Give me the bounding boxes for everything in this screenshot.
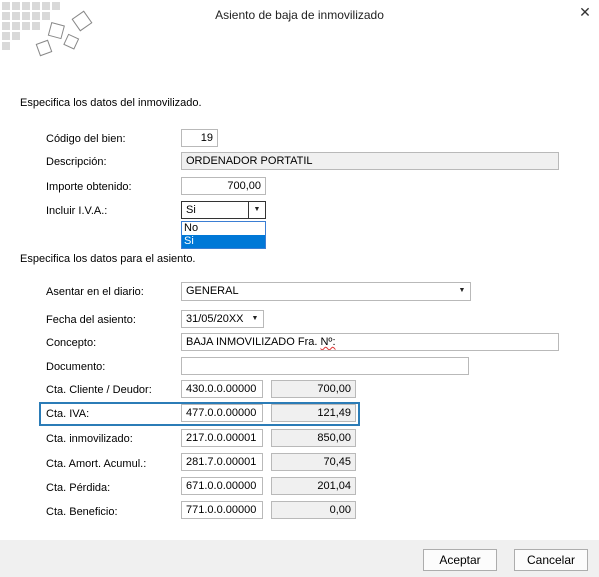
codigo-field[interactable]: 19 — [181, 129, 218, 147]
diario-label: Asentar en el diario: — [46, 286, 144, 298]
cta-beneficio-importe: 0,00 — [271, 501, 356, 519]
chevron-down-icon[interactable]: ▼ — [247, 311, 263, 327]
cta-amort-importe: 70,45 — [271, 453, 356, 471]
documento-label: Documento: — [46, 361, 106, 373]
fecha-picker[interactable]: 31/05/20XX ▼ — [181, 310, 264, 328]
documento-field[interactable] — [181, 357, 469, 375]
incluir-iva-value: Si — [186, 204, 196, 216]
concepto-label: Concepto: — [46, 337, 97, 349]
cta-perdida-importe: 201,04 — [271, 477, 356, 495]
importe-obtenido-field[interactable]: 700,00 — [181, 177, 266, 195]
cta-iva-field[interactable]: 477.0.0.00000 — [181, 404, 263, 422]
incluir-iva-dropdown: No Si — [181, 221, 266, 249]
aceptar-button[interactable]: Aceptar — [423, 549, 497, 571]
incluir-iva-label: Incluir I.V.A.: — [46, 205, 108, 217]
chevron-down-icon[interactable]: ▼ — [454, 283, 470, 299]
cta-perdida-field[interactable]: 671.0.0.00000 — [181, 477, 263, 495]
cta-inmovilizado-field[interactable]: 217.0.0.00001 — [181, 429, 263, 447]
cancelar-button[interactable]: Cancelar — [514, 549, 588, 571]
cta-inmovilizado-label: Cta. inmovilizado: — [46, 433, 133, 445]
section-heading-asiento: Especifica los datos para el asiento. — [20, 253, 196, 265]
codigo-label: Código del bien: — [46, 133, 126, 145]
cta-amort-label: Cta. Amort. Acumul.: — [46, 458, 147, 470]
cta-iva-label: Cta. IVA: — [46, 408, 90, 420]
cta-cliente-field[interactable]: 430.0.0.00000 — [181, 380, 263, 398]
diario-select[interactable]: GENERAL ▼ — [181, 282, 471, 301]
fecha-label: Fecha del asiento: — [46, 314, 136, 326]
section-heading-inmovilizado: Especifica los datos del inmovilizado. — [20, 97, 202, 109]
window-title: Asiento de baja de inmovilizado — [215, 8, 384, 22]
diario-value: GENERAL — [186, 285, 239, 297]
cta-cliente-label: Cta. Cliente / Deudor: — [46, 384, 152, 396]
concepto-text-suffix: Nº: — [320, 336, 336, 348]
incluir-iva-select[interactable]: Si ▼ — [181, 201, 266, 219]
cta-iva-importe: 121,49 — [271, 404, 356, 422]
descripcion-field[interactable]: ORDENADOR PORTATIL — [181, 152, 559, 170]
iva-option-si[interactable]: Si — [182, 235, 265, 248]
chevron-down-icon[interactable]: ▼ — [248, 202, 265, 218]
cta-inmovilizado-importe: 850,00 — [271, 429, 356, 447]
importe-label: Importe obtenido: — [46, 181, 132, 193]
close-icon[interactable]: ✕ — [576, 3, 594, 21]
iva-option-no[interactable]: No — [182, 222, 265, 235]
dialog-footer — [0, 540, 599, 577]
descripcion-label: Descripción: — [46, 156, 107, 168]
cta-amort-field[interactable]: 281.7.0.00001 — [181, 453, 263, 471]
fecha-value: 31/05/20XX — [186, 313, 244, 325]
cta-beneficio-field[interactable]: 771.0.0.00000 — [181, 501, 263, 519]
concepto-field[interactable]: BAJA INMOVILIZADO Fra. Nº: — [181, 333, 559, 351]
cta-cliente-importe: 700,00 — [271, 380, 356, 398]
cta-perdida-label: Cta. Pérdida: — [46, 482, 111, 494]
concepto-text: BAJA INMOVILIZADO Fra. — [186, 336, 321, 348]
cta-beneficio-label: Cta. Beneficio: — [46, 506, 118, 518]
